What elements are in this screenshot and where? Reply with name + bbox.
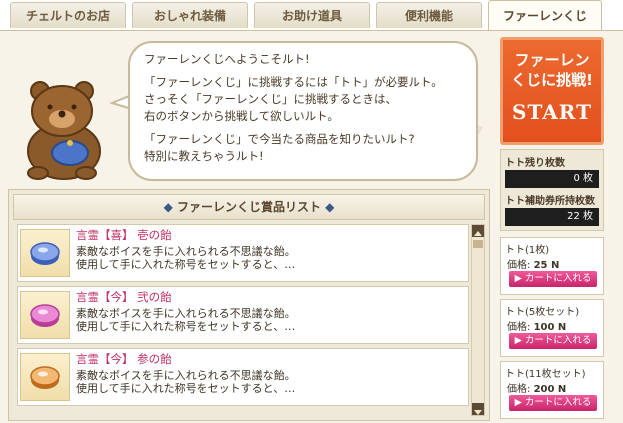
item-desc-line: 素敵なボイスを手に入れられる不思議な飴。: [76, 369, 296, 382]
purchase-option: トト(11枚セット) 価格: 200 N ▶ カートに入れる: [500, 361, 604, 419]
remaining-tickets-label: トト残り枚数: [505, 158, 565, 169]
main-panel: ファーレンくじへようこそルト! 「ファーレンくじ」に挑戦するには「トト」が必要ル…: [0, 30, 623, 423]
ticket-counts-panel: トト残り枚数 0 枚 トト補助券所持枚数 22 枚: [500, 149, 604, 231]
tab-helper-items[interactable]: お助け道具: [254, 2, 370, 28]
tab-useful-features[interactable]: 便利機能: [376, 2, 482, 28]
speech-bubble: ファーレンくじへようこそルト! 「ファーレンくじ」に挑戦するには「トト」が必要ル…: [128, 41, 478, 181]
price-label: 価格:: [507, 260, 531, 271]
bubble-line: 特別に教えちゃうルト!: [144, 149, 264, 163]
list-item[interactable]: 言霊【今】 参の飴 素敵なボイスを手に入れられる不思議な飴。 使用して手に入れた…: [17, 348, 469, 406]
item-description: 素敵なボイスを手に入れられる不思議な飴。 使用して手に入れた称号をセットすると、…: [76, 307, 296, 333]
list-item[interactable]: 言霊【今】 弐の飴 素敵なボイスを手に入れられる不思議な飴。 使用して手に入れた…: [17, 286, 469, 344]
arrow-up-icon: [474, 231, 482, 236]
cart-icon: ▶: [514, 335, 525, 346]
item-title[interactable]: 言霊【今】 参の飴: [76, 351, 172, 367]
item-desc-line: 使用して手に入れた称号をセットすると、…: [76, 258, 296, 271]
purchase-name: トト(11枚セット): [505, 369, 586, 380]
item-description: 素敵なボイスを手に入れられる不思議な飴。 使用して手に入れた称号をセットすると、…: [76, 245, 296, 271]
purchase-price: 価格: 200 N: [507, 380, 566, 395]
diamond-icon: ◆: [163, 200, 177, 214]
item-desc-line: 素敵なボイスを手に入れられる不思議な飴。: [76, 307, 296, 320]
cart-icon: ▶: [514, 273, 525, 284]
purchase-price: 価格: 100 N: [507, 318, 566, 333]
item-icon-box: [20, 353, 70, 401]
add-to-cart-button[interactable]: ▶ カートに入れる: [509, 395, 597, 411]
prize-list-items: 言霊【喜】 壱の飴 素敵なボイスを手に入れられる不思議な飴。 使用して手に入れた…: [13, 224, 469, 416]
price-value: 100 N: [533, 322, 567, 333]
cart-label: カートに入れる: [524, 397, 592, 408]
purchase-option: トト(1枚) 価格: 25 N ▶ カートに入れる: [500, 237, 604, 295]
bear-mascot-icon: [27, 81, 101, 180]
add-to-cart-button[interactable]: ▶ カートに入れる: [509, 271, 597, 287]
price-label: 価格:: [507, 322, 531, 333]
start-button-line1: ファーレン: [514, 51, 590, 69]
purchase-price: 価格: 25 N: [507, 256, 559, 271]
scroll-up-button[interactable]: [472, 225, 484, 237]
scroll-down-button[interactable]: [472, 403, 484, 415]
list-item[interactable]: 言霊【喜】 壱の飴 素敵なボイスを手に入れられる不思議な飴。 使用して手に入れた…: [17, 224, 469, 282]
item-description: 素敵なボイスを手に入れられる不思議な飴。 使用して手に入れた称号をセットすると、…: [76, 369, 296, 395]
candy-icon: [30, 366, 60, 389]
tab-chelto-shop[interactable]: チェルトのお店: [10, 2, 126, 28]
bubble-welcome: ファーレンくじへようこそルト!: [144, 52, 310, 66]
remaining-tickets-value: 0 枚: [505, 170, 599, 188]
arrow-down-icon: [474, 410, 482, 415]
purchase-name: トト(1枚): [505, 245, 550, 256]
price-label: 価格:: [507, 384, 531, 395]
purchase-name: トト(5枚セット): [505, 307, 580, 318]
bubble-line: 「ファーレンくじ」で今当たる商品を知りたいルト?: [144, 132, 415, 146]
tab-farelen-lottery[interactable]: ファーレンくじ: [488, 0, 602, 30]
support-tickets-label: トト補助券所持枚数: [505, 196, 595, 207]
candy-icon: [30, 242, 60, 265]
tab-fashion-equipment[interactable]: おしゃれ装備: [132, 2, 248, 28]
item-desc-line: 使用して手に入れた称号をセットすると、…: [76, 320, 296, 333]
prize-list-title: ファーレンくじ賞品リスト: [176, 200, 321, 214]
diamond-icon: ◆: [321, 200, 335, 214]
start-button-line3: START: [512, 100, 592, 124]
price-value: 25 N: [533, 260, 560, 271]
prize-list-scrollbar[interactable]: [471, 224, 485, 416]
scroll-thumb[interactable]: [473, 240, 483, 248]
item-desc-line: 使用して手に入れた称号をセットすると、…: [76, 382, 296, 395]
prize-list-header: ◆ ファーレンくじ賞品リスト ◆: [13, 194, 485, 220]
item-desc-line: 素敵なボイスを手に入れられる不思議な飴。: [76, 245, 296, 258]
item-title[interactable]: 言霊【喜】 壱の飴: [76, 227, 172, 243]
right-sidebar: ファーレン くじに挑戦! START トト残り枚数 0 枚 トト補助券所持枚数 …: [498, 37, 608, 422]
cart-label: カートに入れる: [524, 335, 592, 346]
cart-label: カートに入れる: [524, 273, 592, 284]
start-button-line2: くじに挑戦!: [511, 71, 593, 89]
price-value: 200 N: [533, 384, 567, 395]
bubble-line: 「ファーレンくじ」に挑戦するには「トト」が必要ルト。: [144, 75, 443, 89]
candy-icon: [30, 304, 60, 327]
purchase-option: トト(5枚セット) 価格: 100 N ▶ カートに入れる: [500, 299, 604, 357]
tab-bar: チェルトのお店 おしゃれ装備 お助け道具 便利機能 ファーレンくじ: [0, 0, 623, 30]
item-title[interactable]: 言霊【今】 弐の飴: [76, 289, 172, 305]
prize-list-panel: ◆ ファーレンくじ賞品リスト ◆ 言霊【喜】 壱の飴 素敵なボイスを手に入れられ…: [8, 189, 490, 421]
item-icon-box: [20, 291, 70, 339]
bubble-line: 右のボタンから挑戦して欲しいルト。: [144, 109, 339, 123]
support-tickets-value: 22 枚: [505, 208, 599, 226]
add-to-cart-button[interactable]: ▶ カートに入れる: [509, 333, 597, 349]
cart-icon: ▶: [514, 397, 525, 408]
item-icon-box: [20, 229, 70, 277]
bubble-line: さっそく「ファーレンくじ」に挑戦するときは、: [144, 92, 397, 106]
lottery-start-button[interactable]: ファーレン くじに挑戦! START: [500, 37, 604, 145]
